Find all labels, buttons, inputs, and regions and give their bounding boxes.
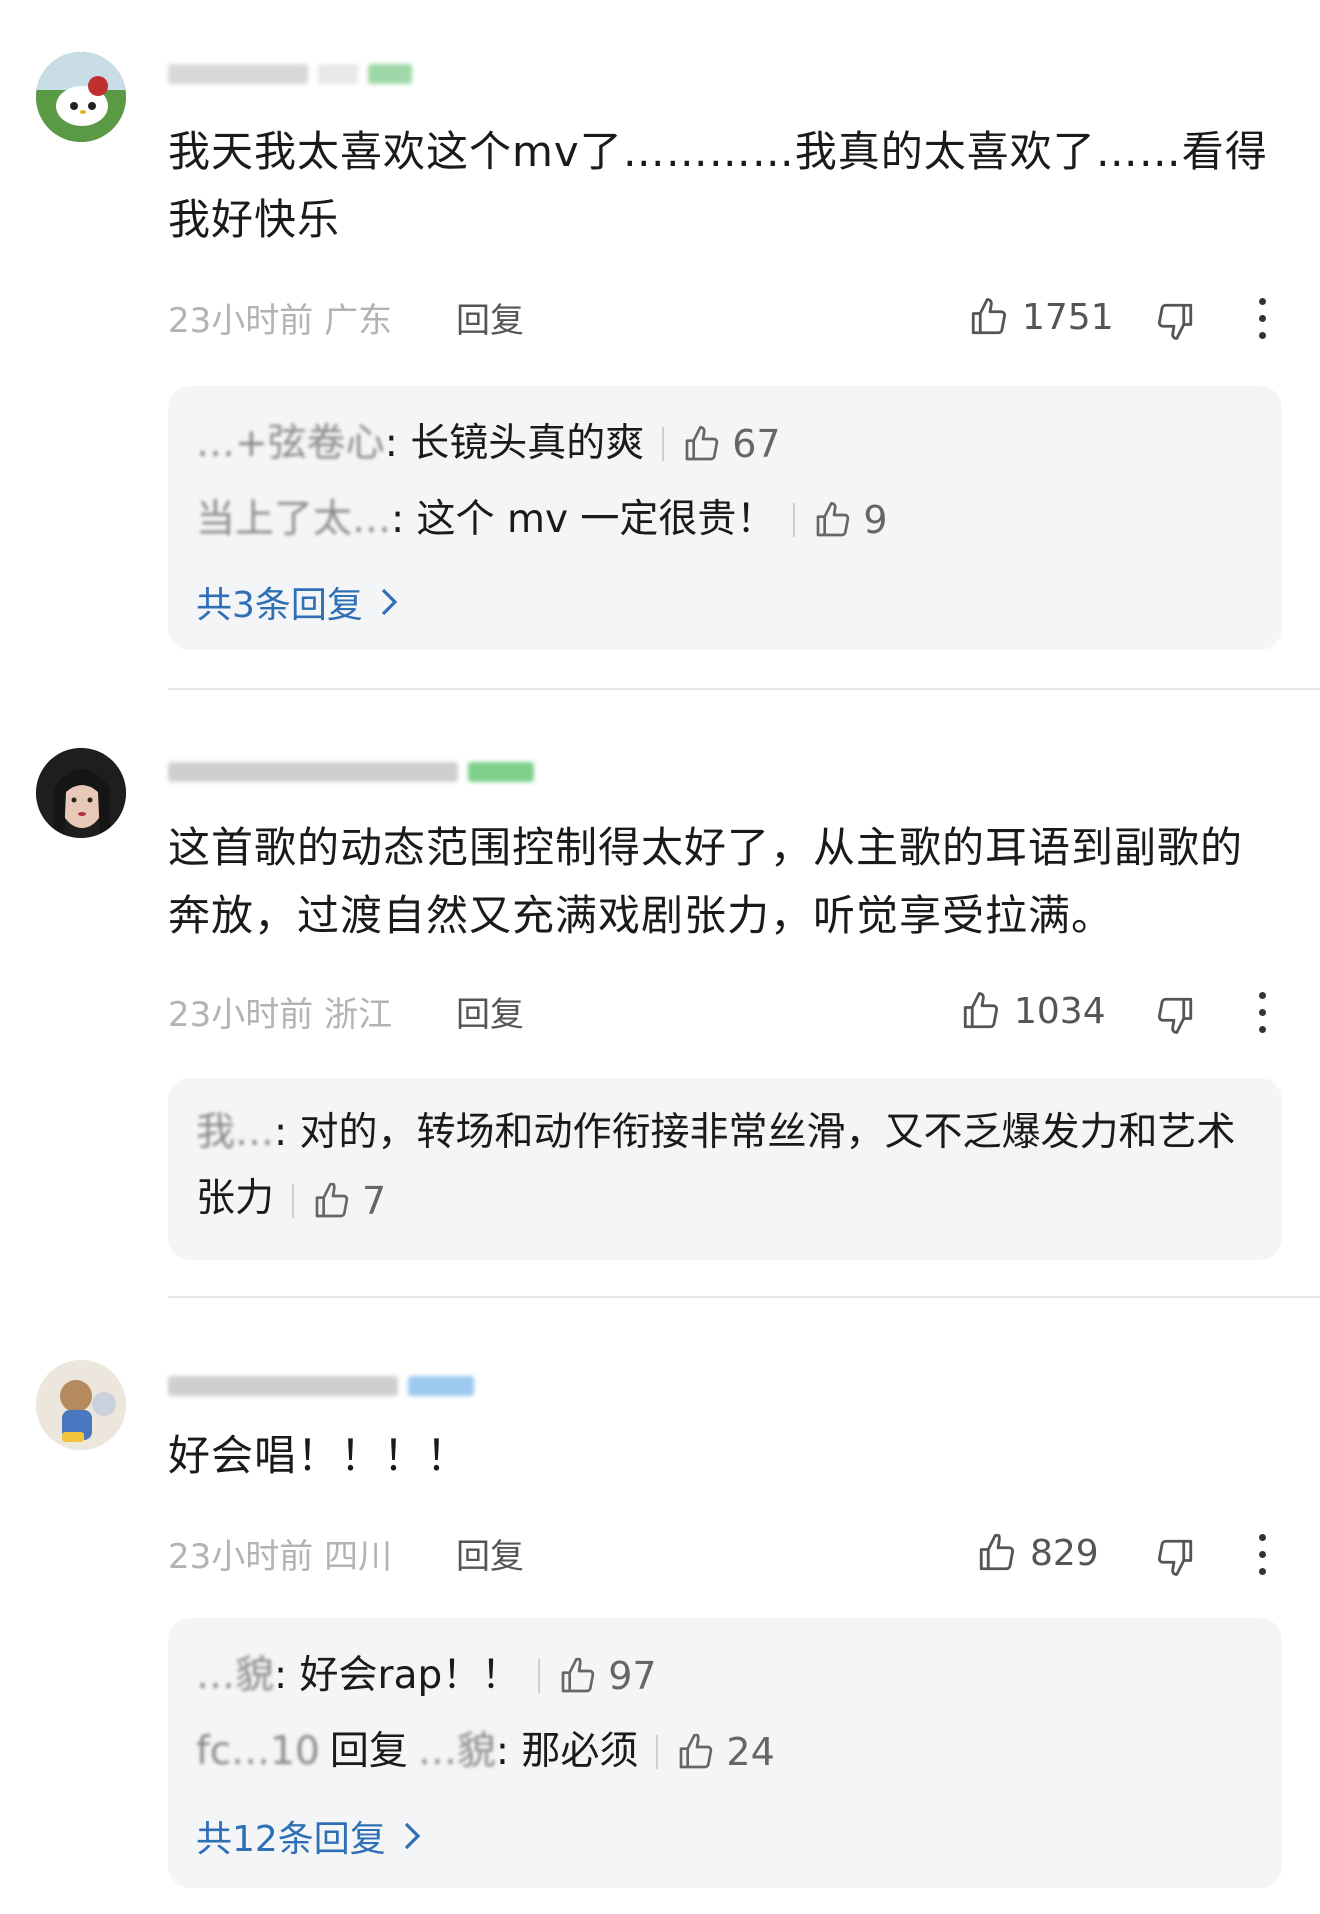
like-count: 1034	[1014, 990, 1106, 1032]
reply-author[interactable]: …貌	[196, 1648, 274, 1704]
comment-meta: 23小时前 浙江 回复 1034	[168, 990, 1288, 1040]
reply-preview-box: 我…: 对的，转场和动作衔接非常丝滑，又不乏爆发力和艺术张力 7	[168, 1078, 1282, 1260]
reply-preview-box: …+弦卷心 : 长镜头真的爽 67 当上了太… : 这个 mv 一定很贵！ 9 …	[168, 386, 1282, 650]
thumbs-up-icon	[976, 1532, 1018, 1574]
timestamp: 23小时前 浙江	[168, 995, 393, 1035]
username[interactable]	[168, 758, 534, 786]
thumbs-up-icon	[676, 1732, 716, 1772]
timestamp: 23小时前 四川	[168, 1537, 393, 1577]
reply-to-label: 回复	[329, 1729, 408, 1774]
reply-button[interactable]: 回复	[456, 296, 524, 346]
reply-author[interactable]: fc…10	[196, 1724, 320, 1780]
location: 广东	[324, 301, 393, 341]
thumbs-up-icon	[960, 990, 1002, 1032]
dislike-button[interactable]	[1154, 300, 1196, 342]
avatar[interactable]	[36, 52, 126, 142]
reply-like-count: 24	[726, 1730, 775, 1774]
like-button[interactable]: 1034	[960, 990, 1106, 1032]
chevron-right-icon	[379, 586, 399, 618]
location: 四川	[324, 1537, 393, 1577]
thumbs-down-icon	[1154, 300, 1196, 342]
comment-text: 我天我太喜欢这个mv了…………我真的太喜欢了……看得我好快乐	[168, 127, 1268, 244]
reply-button[interactable]: 回复	[456, 990, 524, 1040]
thumbs-up-icon	[682, 424, 722, 464]
reply-like-count: 97	[608, 1654, 657, 1698]
reply-button[interactable]: 回复	[456, 1532, 524, 1582]
like-count: 1751	[1022, 296, 1114, 338]
divider	[168, 1296, 1320, 1298]
reply-like-button[interactable]: 24	[676, 1724, 775, 1780]
dislike-button[interactable]	[1154, 1536, 1196, 1578]
reply-author[interactable]: 当上了太…	[196, 492, 391, 548]
reply-target[interactable]: …貌	[418, 1724, 496, 1780]
divider	[168, 688, 1320, 690]
reply-item[interactable]: fc…10 回复 …貌 : 那必须 24	[196, 1724, 775, 1780]
reply-text: : 好会rap！！	[274, 1653, 521, 1698]
thumbs-up-icon	[968, 296, 1010, 338]
thumbs-down-icon	[1154, 994, 1196, 1036]
reply-like-button[interactable]: 67	[682, 416, 781, 472]
reply-text: : 那必须	[495, 1729, 639, 1774]
thumbs-up-icon	[312, 1181, 352, 1221]
reply-like-count: 67	[732, 422, 781, 466]
username[interactable]	[168, 1372, 474, 1400]
reply-item[interactable]: …貌 : 好会rap！！ 97	[196, 1648, 657, 1704]
timestamp: 23小时前 广东	[168, 301, 393, 341]
comment-item: 这首歌的动态范围控制得太好了，从主歌的耳语到副歌的奔放，过渡自然又充满戏剧张力，…	[0, 700, 1320, 1260]
reply-text: : 这个 mv 一定很贵！	[391, 497, 776, 542]
reply-item[interactable]: 我…: 对的，转场和动作衔接非常丝滑，又不乏爆发力和艺术张力 7	[196, 1100, 1246, 1234]
comment-meta: 23小时前 四川 回复 829	[168, 1532, 1288, 1582]
avatar[interactable]	[36, 748, 126, 838]
more-vertical-icon[interactable]	[1258, 1534, 1268, 1585]
more-vertical-icon[interactable]	[1258, 298, 1268, 349]
dislike-button[interactable]	[1154, 994, 1196, 1036]
view-more-replies-link[interactable]: 共12条回复	[196, 1810, 422, 1862]
thumbs-down-icon	[1154, 1536, 1196, 1578]
reply-like-button[interactable]: 9	[813, 492, 888, 548]
chevron-right-icon	[402, 1820, 422, 1852]
comment-text: 这首歌的动态范围控制得太好了，从主歌的耳语到副歌的奔放，过渡自然又充满戏剧张力，…	[168, 823, 1244, 940]
comment-item: 我天我太喜欢这个mv了…………我真的太喜欢了……看得我好快乐 23小时前 广东 …	[0, 0, 1320, 650]
reply-like-count: 9	[863, 498, 888, 542]
reply-preview-box: …貌 : 好会rap！！ 97 fc…10 回复 …貌 : 那必须 24 共12…	[168, 1618, 1282, 1888]
reply-author[interactable]: 我…	[196, 1110, 274, 1155]
like-count: 829	[1030, 1532, 1099, 1574]
comment-item: 好会唱！！！！ 23小时前 四川 回复 829 …貌 : 好会rap！！ 97	[0, 1308, 1320, 1914]
reply-item[interactable]: 当上了太… : 这个 mv 一定很贵！ 9	[196, 492, 888, 548]
reply-like-button[interactable]: 97	[558, 1648, 657, 1704]
avatar[interactable]	[36, 1360, 126, 1450]
like-button[interactable]: 829	[976, 1532, 1099, 1574]
comment-text: 好会唱！！！！	[168, 1431, 470, 1480]
reply-text: : 长镜头真的爽	[384, 421, 645, 466]
like-button[interactable]: 1751	[968, 296, 1114, 338]
thumbs-up-icon	[813, 500, 853, 540]
more-vertical-icon[interactable]	[1258, 992, 1268, 1043]
reply-like-count: 7	[362, 1178, 387, 1223]
reply-author[interactable]: …+弦卷心	[196, 416, 385, 472]
view-more-replies-link[interactable]: 共3条回复	[196, 576, 399, 628]
location: 浙江	[324, 995, 393, 1035]
username[interactable]	[168, 60, 412, 88]
comment-meta: 23小时前 广东 回复 1751	[168, 296, 1288, 346]
thumbs-up-icon	[558, 1656, 598, 1696]
reply-like-button[interactable]: 7	[312, 1168, 386, 1234]
reply-item[interactable]: …+弦卷心 : 长镜头真的爽 67	[196, 416, 781, 472]
